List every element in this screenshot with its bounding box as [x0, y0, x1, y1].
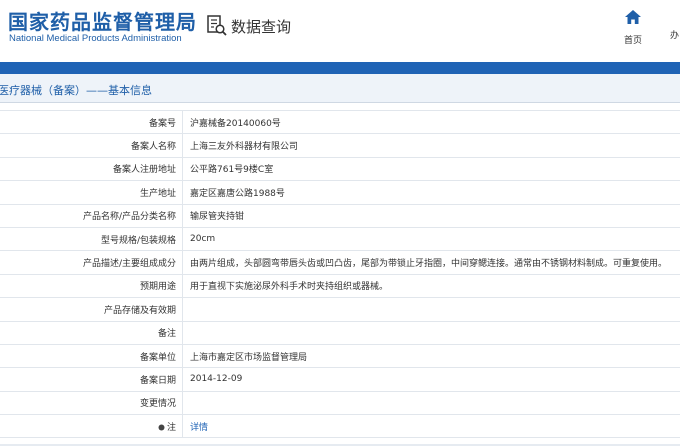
field-value: 沪嘉械备20140060号	[182, 110, 680, 135]
field-label: 备案人注册地址	[0, 157, 183, 182]
breadcrumb: 医疗器械（备案）——基本信息	[0, 84, 152, 97]
field-value	[182, 391, 680, 416]
field-value	[182, 297, 680, 322]
field-value: 输尿管夹持钳	[182, 204, 680, 228]
field-value: 2014-12-09	[182, 367, 680, 392]
home-icon	[625, 10, 641, 24]
field-value	[182, 321, 680, 345]
info-dot-icon	[158, 424, 165, 431]
field-value: 用于直视下实施泌尿外科手术时夹持组织或器械。	[182, 274, 680, 299]
field-label: 注	[0, 414, 183, 439]
field-value: 由两片组成，头部圆弯带唇头齿或凹凸齿，尾部为带锁止牙指圈，中间穿鳃连接。通常由不…	[182, 250, 680, 275]
nav-next-item[interactable]: 办	[670, 28, 679, 41]
table-row: 备案人注册地址 公平路761号9楼C室	[0, 157, 680, 182]
field-value: 嘉定区嘉唐公路1988号	[182, 180, 680, 205]
field-label: 预期用途	[0, 274, 183, 299]
field-label: 备案人名称	[0, 133, 183, 158]
table-row: 备案号 沪嘉械备20140060号	[0, 110, 680, 135]
field-value: 上海市嘉定区市场监督管理局	[182, 344, 680, 369]
field-label: 备案号	[0, 110, 183, 135]
table-row: 注 详情	[0, 414, 680, 439]
field-label: 产品名称/产品分类名称	[0, 204, 183, 228]
field-label: 变更情况	[0, 391, 183, 416]
field-label: 型号规格/包装规格	[0, 227, 183, 252]
table-row: 产品名称/产品分类名称 输尿管夹持钳	[0, 204, 680, 228]
header-bar	[0, 62, 680, 74]
table-row: 型号规格/包装规格 20cm	[0, 227, 680, 252]
field-label: 备注	[0, 321, 183, 345]
table-row: 备注	[0, 321, 680, 345]
search-document-icon	[207, 15, 227, 36]
field-label: 备案单位	[0, 344, 183, 369]
field-label: 生产地址	[0, 180, 183, 205]
field-value: 详情	[182, 414, 680, 439]
details-link[interactable]: 详情	[190, 423, 208, 433]
query-label: 数据查询	[231, 17, 292, 36]
info-table: 备案号 沪嘉械备20140060号 备案人名称 上海三友外科器材有限公司 备案人…	[0, 110, 680, 439]
nav-home-label: 首页	[623, 36, 642, 46]
field-label-text: 注	[166, 422, 176, 433]
field-label: 产品存储及有效期	[0, 297, 183, 322]
field-value: 20cm	[182, 227, 680, 252]
field-label: 产品描述/主要组成成分	[0, 250, 183, 275]
logo-title[interactable]: 国家药品监督管理局	[8, 6, 197, 35]
table-row: 产品描述/主要组成成分 由两片组成，头部圆弯带唇头齿或凹凸齿，尾部为带锁止牙指圈…	[0, 250, 680, 275]
field-value: 公平路761号9楼C室	[182, 157, 680, 182]
table-row: 产品存储及有效期	[0, 297, 680, 322]
table-row: 预期用途 用于直视下实施泌尿外科手术时夹持组织或器械。	[0, 274, 680, 299]
data-query-title: 数据查询	[207, 14, 291, 38]
field-value: 上海三友外科器材有限公司	[182, 133, 680, 158]
logo-subtitle[interactable]: National Medical Products Administration	[9, 33, 182, 44]
field-label: 备案日期	[0, 367, 183, 392]
table-row: 变更情况	[0, 391, 680, 416]
table-row: 备案日期 2014-12-09	[0, 367, 680, 392]
table-row: 生产地址 嘉定区嘉唐公路1988号	[0, 180, 680, 205]
nav-home[interactable]: 首页	[616, 8, 650, 47]
table-row: 备案单位 上海市嘉定区市场监督管理局	[0, 344, 680, 369]
site-header: 国家药品监督管理局 National Medical Products Admi…	[0, 0, 680, 62]
table-row: 备案人名称 上海三友外科器材有限公司	[0, 133, 680, 158]
section-header: 医疗器械（备案）——基本信息	[0, 74, 680, 103]
